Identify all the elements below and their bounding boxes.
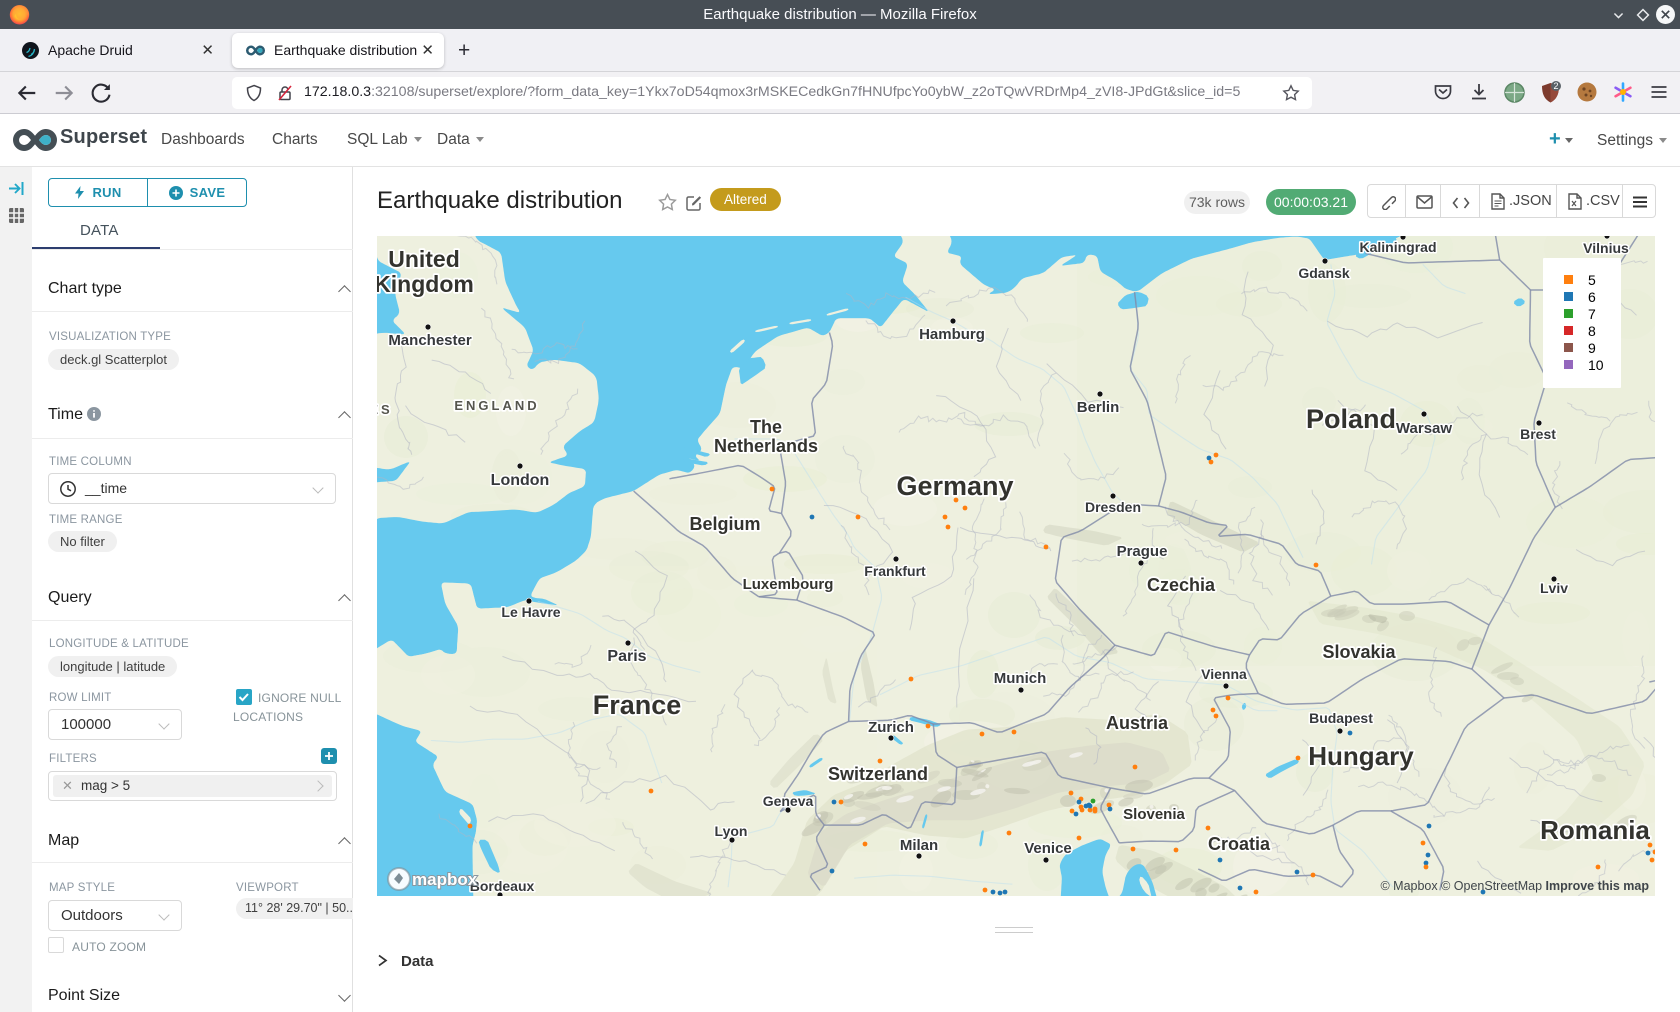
svg-text:Lyon: Lyon [715, 823, 748, 839]
svg-text:Czechia: Czechia [1147, 575, 1216, 595]
svg-text:France: France [593, 690, 682, 720]
svg-text:Paris: Paris [607, 648, 646, 665]
svg-text:Croatia: Croatia [1208, 834, 1271, 854]
svg-text:The: The [750, 417, 782, 437]
svg-text:Vilnius: Vilnius [1583, 240, 1629, 256]
svg-text:Hungary: Hungary [1308, 741, 1414, 771]
svg-text:7: 7 [1588, 306, 1596, 322]
svg-text:Le Havre: Le Havre [501, 604, 560, 620]
svg-text:Gdansk: Gdansk [1298, 265, 1350, 281]
svg-text:Geneva: Geneva [763, 793, 814, 809]
svg-text:Berlin: Berlin [1077, 399, 1120, 416]
svg-text:Lviv: Lviv [1540, 580, 1568, 596]
svg-text:Warsaw: Warsaw [1396, 420, 1452, 437]
svg-text:9: 9 [1588, 340, 1596, 356]
svg-text:Kaliningrad: Kaliningrad [1359, 239, 1436, 255]
svg-text:ENGLAND: ENGLAND [454, 398, 539, 413]
svg-text:Slovenia: Slovenia [1123, 806, 1185, 823]
svg-text:Switzerland: Switzerland [828, 764, 928, 784]
svg-text:Vienna: Vienna [1201, 666, 1247, 682]
svg-text:Luxembourg: Luxembourg [743, 576, 834, 593]
svg-text:6: 6 [1588, 289, 1596, 305]
svg-text:London: London [491, 472, 550, 489]
svg-text:mapbox: mapbox [412, 870, 478, 889]
svg-text:Prague: Prague [1117, 543, 1168, 560]
svg-text:Zurich: Zurich [868, 719, 914, 736]
svg-text:Bordeaux: Bordeaux [470, 878, 535, 894]
svg-text:Munich: Munich [994, 670, 1047, 687]
svg-text:Hamburg: Hamburg [919, 326, 985, 343]
svg-text:Manchester: Manchester [388, 332, 472, 349]
svg-text:Germany: Germany [896, 471, 1013, 501]
svg-text:ES: ES [377, 402, 393, 417]
svg-text:2: 2 [1553, 81, 1558, 91]
svg-text:Netherlands: Netherlands [714, 436, 818, 456]
svg-text:Belgium: Belgium [689, 514, 760, 534]
svg-text:Slovakia: Slovakia [1322, 642, 1396, 662]
svg-text:Frankfurt: Frankfurt [864, 563, 926, 579]
svg-text:Milan: Milan [900, 837, 938, 854]
svg-text:Dresden: Dresden [1085, 499, 1141, 515]
svg-text:© Mapbox © OpenStreetMap Impro: © Mapbox © OpenStreetMap Improve this ma… [1380, 879, 1649, 893]
svg-text:United: United [388, 246, 460, 272]
svg-text:Brest: Brest [1520, 426, 1556, 442]
svg-text:Austria: Austria [1106, 713, 1169, 733]
svg-text:Poland: Poland [1306, 404, 1396, 434]
svg-text:Venice: Venice [1024, 840, 1072, 857]
svg-text:5: 5 [1588, 272, 1596, 288]
svg-text:10: 10 [1588, 357, 1604, 373]
svg-text:8: 8 [1588, 323, 1596, 339]
svg-text:Kingdom: Kingdom [377, 271, 474, 297]
svg-text:Budapest: Budapest [1309, 710, 1373, 726]
svg-text:Romania: Romania [1540, 815, 1650, 845]
